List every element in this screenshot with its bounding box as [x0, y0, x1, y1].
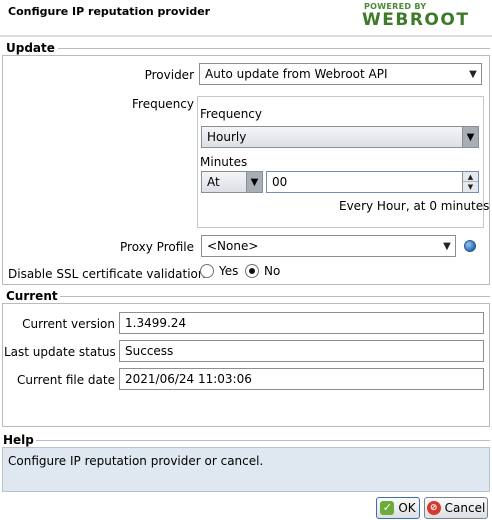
help-section-header: Help: [3, 433, 34, 447]
frequency-value: Hourly: [207, 130, 247, 144]
minutes-spinner[interactable]: ▲ ▼: [462, 172, 478, 192]
current-file-date-field[interactable]: 2021/06/24 11:03:06: [119, 368, 484, 390]
ssl-yes-label: Yes: [219, 264, 239, 278]
help-header-line: [36, 440, 490, 441]
minutes-input[interactable]: 00 ▲ ▼: [266, 171, 479, 193]
ssl-validation-label: Disable SSL certificate validation: [8, 267, 206, 281]
cancel-button-label: Cancel: [444, 501, 486, 515]
frequency-inner-label: Frequency: [200, 107, 262, 121]
update-section-header: Update: [6, 41, 55, 55]
update-header-line: [58, 48, 490, 49]
cancel-button[interactable]: ⊘ Cancel: [424, 497, 488, 519]
schedule-summary: Every Hour, at 0 minutes: [339, 199, 490, 213]
ok-button-label: OK: [398, 501, 416, 515]
current-section-header: Current: [6, 289, 58, 303]
proxy-profile-label: Proxy Profile: [120, 240, 194, 254]
check-icon: ✓: [380, 501, 395, 515]
minutes-label: Minutes: [200, 155, 248, 169]
logo-name: WEBROOT: [362, 10, 470, 30]
minutes-mode-value: At: [207, 175, 220, 189]
help-text: Configure IP reputation provider or canc…: [8, 454, 264, 468]
provider-value: Auto update from Webroot API: [205, 67, 388, 81]
chevron-down-icon: ▼: [246, 172, 262, 192]
window-title: Configure IP reputation provider: [8, 5, 211, 18]
current-version-label: Current version: [22, 317, 115, 331]
title-separator: [0, 35, 492, 37]
ssl-yes-radio[interactable]: [200, 264, 214, 278]
chevron-down-icon: ▼: [443, 240, 451, 252]
chevron-up-icon[interactable]: ▲: [463, 172, 478, 182]
current-file-date-label: Current file date: [16, 373, 115, 387]
current-header-line: [60, 296, 490, 297]
cancel-icon: ⊘: [426, 501, 441, 515]
provider-label: Provider: [144, 68, 194, 82]
help-panel: Configure IP reputation provider or canc…: [2, 447, 490, 492]
proxy-profile-value: <None>: [207, 239, 259, 253]
chevron-down-icon: ▼: [462, 127, 478, 147]
globe-icon[interactable]: [464, 240, 476, 252]
ok-button[interactable]: ✓ OK: [376, 497, 420, 519]
current-version-value: 1.3499.24: [125, 316, 187, 330]
provider-select[interactable]: Auto update from Webroot API ▼: [199, 63, 482, 85]
webroot-logo: POWERED BY WEBROOT: [362, 2, 486, 32]
title-bar: Configure IP reputation provider POWERED…: [0, 0, 492, 34]
chevron-down-icon[interactable]: ▼: [463, 182, 478, 192]
last-update-status-field[interactable]: Success: [119, 340, 484, 362]
minutes-mode-select[interactable]: At ▼: [201, 171, 263, 193]
current-file-date-value: 2021/06/24 11:03:06: [125, 372, 252, 386]
frequency-select[interactable]: Hourly ▼: [201, 126, 479, 148]
ssl-no-label: No: [264, 264, 281, 278]
current-version-field[interactable]: 1.3499.24: [119, 312, 484, 334]
last-update-status-value: Success: [125, 344, 174, 358]
proxy-profile-select[interactable]: <None> ▼: [201, 235, 456, 257]
ssl-no-radio[interactable]: [245, 264, 259, 278]
chevron-down-icon: ▼: [469, 68, 477, 80]
minutes-value: 00: [272, 175, 288, 189]
last-update-status-label: Last update status: [4, 345, 116, 359]
frequency-label: Frequency: [132, 97, 194, 111]
